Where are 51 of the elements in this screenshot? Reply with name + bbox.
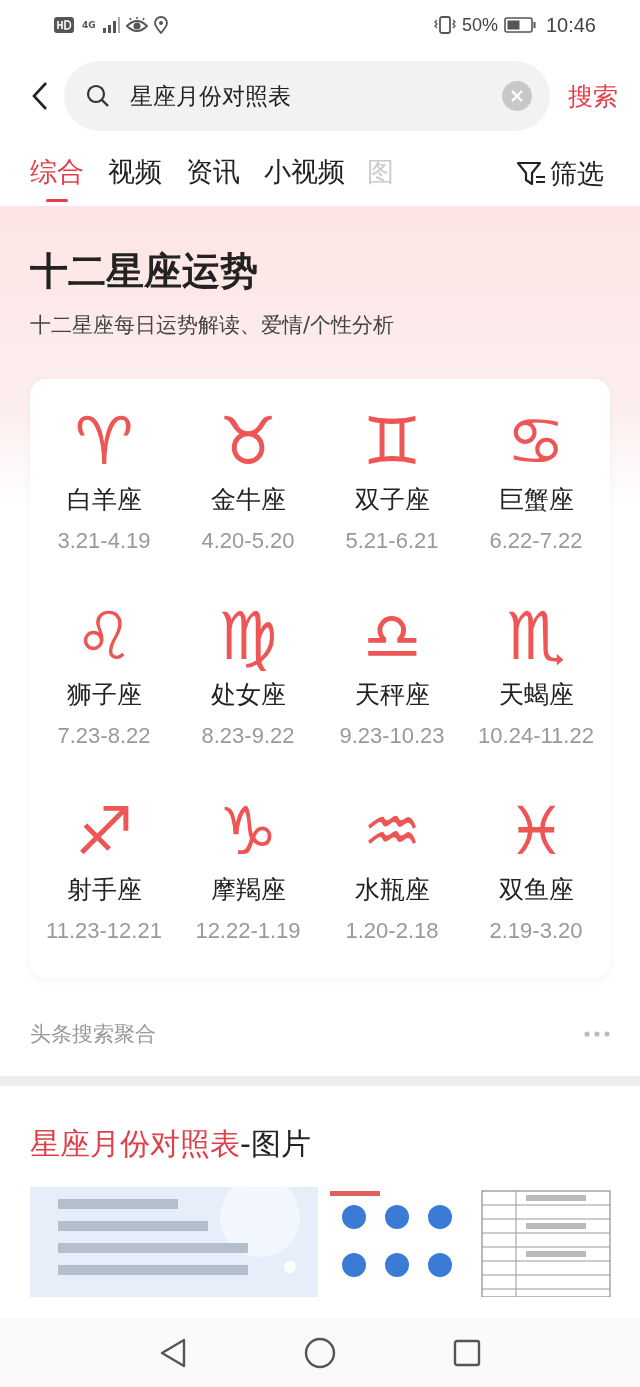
filter-icon bbox=[516, 161, 546, 187]
zodiac-dates: 7.23-8.22 bbox=[57, 723, 151, 749]
filter-button[interactable]: 筛选 bbox=[510, 155, 610, 193]
search-button[interactable]: 搜索 bbox=[562, 79, 624, 113]
zodiac-dates: 5.21-6.21 bbox=[345, 528, 439, 554]
card-subtitle: 十二星座每日运势解读、爱情/个性分析 bbox=[30, 312, 396, 339]
zodiac-dates: 10.24-11.22 bbox=[478, 723, 594, 749]
network-label: 4G bbox=[82, 20, 96, 30]
section-title[interactable]: 星座月份对照表-图片 bbox=[30, 1124, 610, 1165]
zodiac-name[interactable]: 双子座 bbox=[354, 483, 430, 516]
more-icon bbox=[584, 1031, 610, 1037]
search-field[interactable]: 星座月份对照表 bbox=[64, 61, 550, 131]
signal-icon bbox=[101, 17, 120, 33]
tab[interactable]: 小视频 bbox=[260, 146, 349, 202]
source-label: 头条搜索聚合 bbox=[30, 1021, 156, 1048]
zodiac-dates: 12.22-1.19 bbox=[195, 918, 301, 944]
zodiac-dates: 9.23-10.23 bbox=[339, 723, 445, 749]
triangle-icon bbox=[158, 1336, 187, 1369]
zodiac-name[interactable]: 双鱼座 bbox=[498, 873, 574, 906]
search-icon bbox=[86, 84, 110, 108]
zodiac-dates: 4.20-5.20 bbox=[201, 528, 295, 554]
tab[interactable]: 综合 bbox=[26, 146, 88, 202]
zodiac-dates: 1.20-2.18 bbox=[345, 918, 439, 944]
eye-icon bbox=[125, 17, 148, 33]
zodiac-name[interactable]: 金牛座 bbox=[210, 483, 286, 516]
zodiac-name[interactable]: 水瓶座 bbox=[354, 873, 430, 906]
tab[interactable]: 资讯 bbox=[182, 146, 244, 202]
hd-badge-icon bbox=[54, 17, 74, 33]
card-title: 十二星座运势 bbox=[30, 248, 259, 295]
zodiac-dates: 8.23-9.22 bbox=[201, 723, 295, 749]
zodiac-name[interactable]: 天秤座 bbox=[354, 678, 430, 711]
zodiac-name[interactable]: 天蝎座 bbox=[498, 678, 574, 711]
vibrate-icon bbox=[433, 16, 456, 34]
location-icon bbox=[153, 16, 168, 34]
zodiac-name[interactable]: 狮子座 bbox=[66, 678, 142, 711]
circle-icon bbox=[304, 1336, 336, 1369]
zodiac-dates: 3.21-4.19 bbox=[57, 528, 151, 554]
zodiac-name[interactable]: 射手座 bbox=[66, 873, 142, 906]
zodiac-dates: 11.23-12.21 bbox=[46, 918, 162, 944]
square-icon bbox=[453, 1338, 482, 1367]
battery-icon bbox=[503, 17, 536, 33]
tab[interactable]: 视频 bbox=[104, 146, 166, 202]
zodiac-name[interactable]: 摩羯座 bbox=[210, 873, 286, 906]
clock-time: 10:46 bbox=[545, 13, 596, 37]
battery-percent: 50% bbox=[461, 14, 498, 36]
zodiac-name[interactable]: 白羊座 bbox=[66, 483, 142, 516]
zodiac-name[interactable]: 巨蟹座 bbox=[498, 483, 574, 516]
zodiac-dates: 6.22-7.22 bbox=[489, 528, 583, 554]
clear-icon bbox=[502, 81, 532, 111]
zodiac-dates: 2.19-3.20 bbox=[489, 918, 583, 944]
zodiac-name[interactable]: 处女座 bbox=[210, 678, 286, 711]
